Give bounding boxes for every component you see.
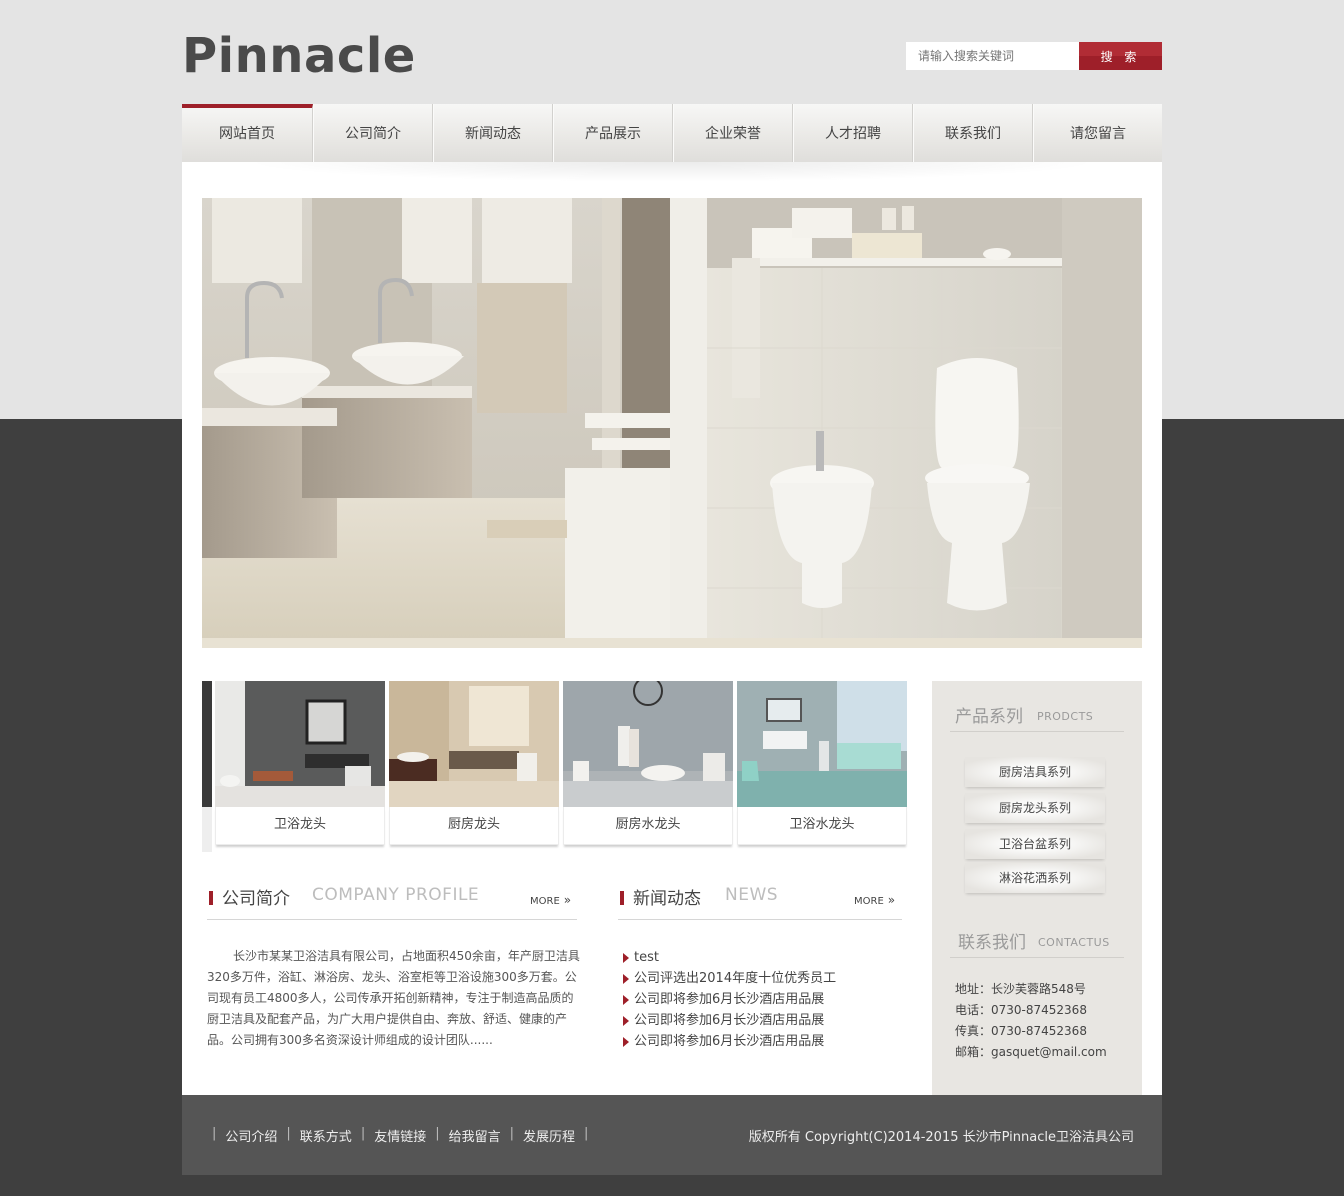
section-header: 公司简介 COMPANY PROFILE MORE»	[207, 880, 577, 920]
products-subtitle: PRODCTS	[1037, 710, 1094, 723]
category-item[interactable]: 厨房龙头系列	[965, 793, 1105, 823]
section-subtitle: NEWS	[725, 885, 779, 905]
footer-link-message[interactable]: 给我留言	[449, 1126, 501, 1145]
section-subtitle: COMPANY PROFILE	[312, 885, 480, 905]
double-chevron-icon: »	[887, 893, 896, 907]
footer-divider: |	[286, 1126, 291, 1141]
product-thumb-caption: 厨房水龙头	[563, 807, 733, 845]
product-thumb-image	[215, 681, 385, 807]
search-input[interactable]	[906, 42, 1079, 70]
bathroom-illustration	[202, 198, 1142, 648]
nav-shadow	[242, 162, 1102, 182]
nav-honors[interactable]: 企业荣誉	[673, 104, 793, 162]
contact-header: 联系我们 CONTACTUS	[950, 926, 1124, 958]
nav-contact[interactable]: 联系我们	[913, 104, 1033, 162]
more-link[interactable]: MORE»	[854, 893, 895, 907]
news-item[interactable]: 公司即将参加6月长沙酒店用品展	[620, 1010, 836, 1031]
news-item[interactable]: 公司评选出2014年度十位优秀员工	[620, 968, 836, 989]
footer-divider: |	[435, 1126, 440, 1141]
product-thumb-caption: 卫浴水龙头	[737, 807, 907, 845]
hero-banner-image	[202, 198, 1142, 648]
more-label: MORE	[530, 896, 560, 907]
news-section: 新闻动态 NEWS MORE» test 公司评选出2014年度十位优秀员工 公…	[618, 880, 902, 1049]
footer-divider: |	[360, 1126, 366, 1141]
product-thumb-image	[389, 681, 559, 807]
product-thumb-image	[737, 681, 907, 807]
nav-news[interactable]: 新闻动态	[433, 104, 553, 162]
product-thumb[interactable]: 卫浴水龙头	[737, 681, 907, 856]
product-thumb-image	[563, 681, 733, 807]
product-thumb[interactable]: 厨房龙头	[389, 681, 559, 856]
main-nav: 网站首页 公司简介 新闻动态 产品展示 企业荣誉 人才招聘 联系我们 请您留言	[182, 104, 1162, 162]
footer-link-about[interactable]: 公司介绍	[225, 1126, 277, 1145]
contact-fax: 传真：0730-87452368	[955, 1024, 1087, 1038]
search-button[interactable]: 搜 索	[1079, 42, 1162, 70]
footer-divider: |	[509, 1126, 515, 1141]
footer-link-history[interactable]: 发展历程	[523, 1126, 575, 1145]
footer-link-contact[interactable]: 联系方式	[300, 1126, 352, 1145]
product-thumb-caption: 卫浴龙头	[215, 807, 385, 845]
contact-address: 地址：长沙芙蓉路548号	[955, 982, 1086, 996]
footer-divider: |	[212, 1126, 217, 1141]
section-header: 新闻动态 NEWS MORE»	[618, 880, 902, 920]
category-item[interactable]: 厨房洁具系列	[965, 757, 1105, 787]
more-link[interactable]: MORE»	[530, 893, 571, 907]
right-sidebar: 产品系列 PRODCTS 厨房洁具系列 厨房龙头系列 卫浴台盆系列 淋浴花洒系列…	[932, 681, 1142, 1095]
category-item[interactable]: 淋浴花洒系列	[965, 863, 1105, 893]
contact-title: 联系我们	[958, 933, 1026, 953]
footer: | 公司介绍 | 联系方式 | 友情链接 | 给我留言 | 发展历程 | 版权所…	[182, 1095, 1162, 1175]
news-item[interactable]: 公司即将参加6月长沙酒店用品展	[620, 1031, 836, 1052]
section-title: 公司简介	[222, 889, 290, 909]
news-list: test 公司评选出2014年度十位优秀员工 公司即将参加6月长沙酒店用品展 公…	[620, 947, 836, 1052]
news-item[interactable]: test	[620, 947, 836, 968]
footer-link-friends[interactable]: 友情链接	[374, 1126, 426, 1145]
company-profile-section: 公司简介 COMPANY PROFILE MORE» 长沙市某某卫浴洁具有限公司…	[207, 880, 580, 1047]
product-thumb-caption: 厨房龙头	[389, 807, 559, 845]
nav-message[interactable]: 请您留言	[1033, 104, 1162, 162]
company-profile-text: 长沙市某某卫浴洁具有限公司，占地面积450余亩，年产厨卫洁具320多万件，浴缸、…	[207, 949, 580, 1047]
thumb-edge-caption	[202, 807, 212, 852]
products-header: 产品系列 PRODCTS	[950, 700, 1124, 732]
product-thumb[interactable]: 卫浴龙头	[215, 681, 385, 856]
footer-links: | 公司介绍 | 联系方式 | 友情链接 | 给我留言 | 发展历程 |	[212, 1126, 597, 1145]
section-marker	[620, 891, 624, 905]
main-content: 卫浴龙头 厨房龙头 厨房水龙头 卫浴水龙头 公司简介 COMPANY PROFI…	[182, 162, 1162, 1095]
contact-phone: 电话：0730-87452368	[955, 1003, 1087, 1017]
thumb-edge-left	[202, 681, 212, 807]
nav-about[interactable]: 公司简介	[313, 104, 433, 162]
contact-subtitle: CONTACTUS	[1038, 936, 1110, 949]
footer-divider: |	[584, 1126, 589, 1141]
contact-email: 邮箱：gasquet@mail.com	[955, 1045, 1107, 1059]
site-logo[interactable]: Pinnacle	[182, 28, 416, 84]
more-label: MORE	[854, 896, 884, 907]
products-title: 产品系列	[955, 707, 1023, 727]
search-bar: 搜 索	[906, 42, 1162, 70]
category-item[interactable]: 卫浴台盆系列	[965, 829, 1105, 859]
double-chevron-icon: »	[563, 893, 572, 907]
section-title: 新闻动态	[633, 889, 701, 909]
news-item[interactable]: 公司即将参加6月长沙酒店用品展	[620, 989, 836, 1010]
section-marker	[209, 891, 213, 905]
product-thumb[interactable]: 厨房水龙头	[563, 681, 733, 856]
product-thumbnail-strip: 卫浴龙头 厨房龙头 厨房水龙头 卫浴水龙头	[202, 681, 908, 856]
nav-jobs[interactable]: 人才招聘	[793, 104, 913, 162]
nav-products[interactable]: 产品展示	[553, 104, 673, 162]
copyright: 版权所有 Copyright(C)2014-2015 长沙市Pinnacle卫浴…	[748, 1130, 1134, 1145]
nav-home[interactable]: 网站首页	[182, 104, 313, 162]
